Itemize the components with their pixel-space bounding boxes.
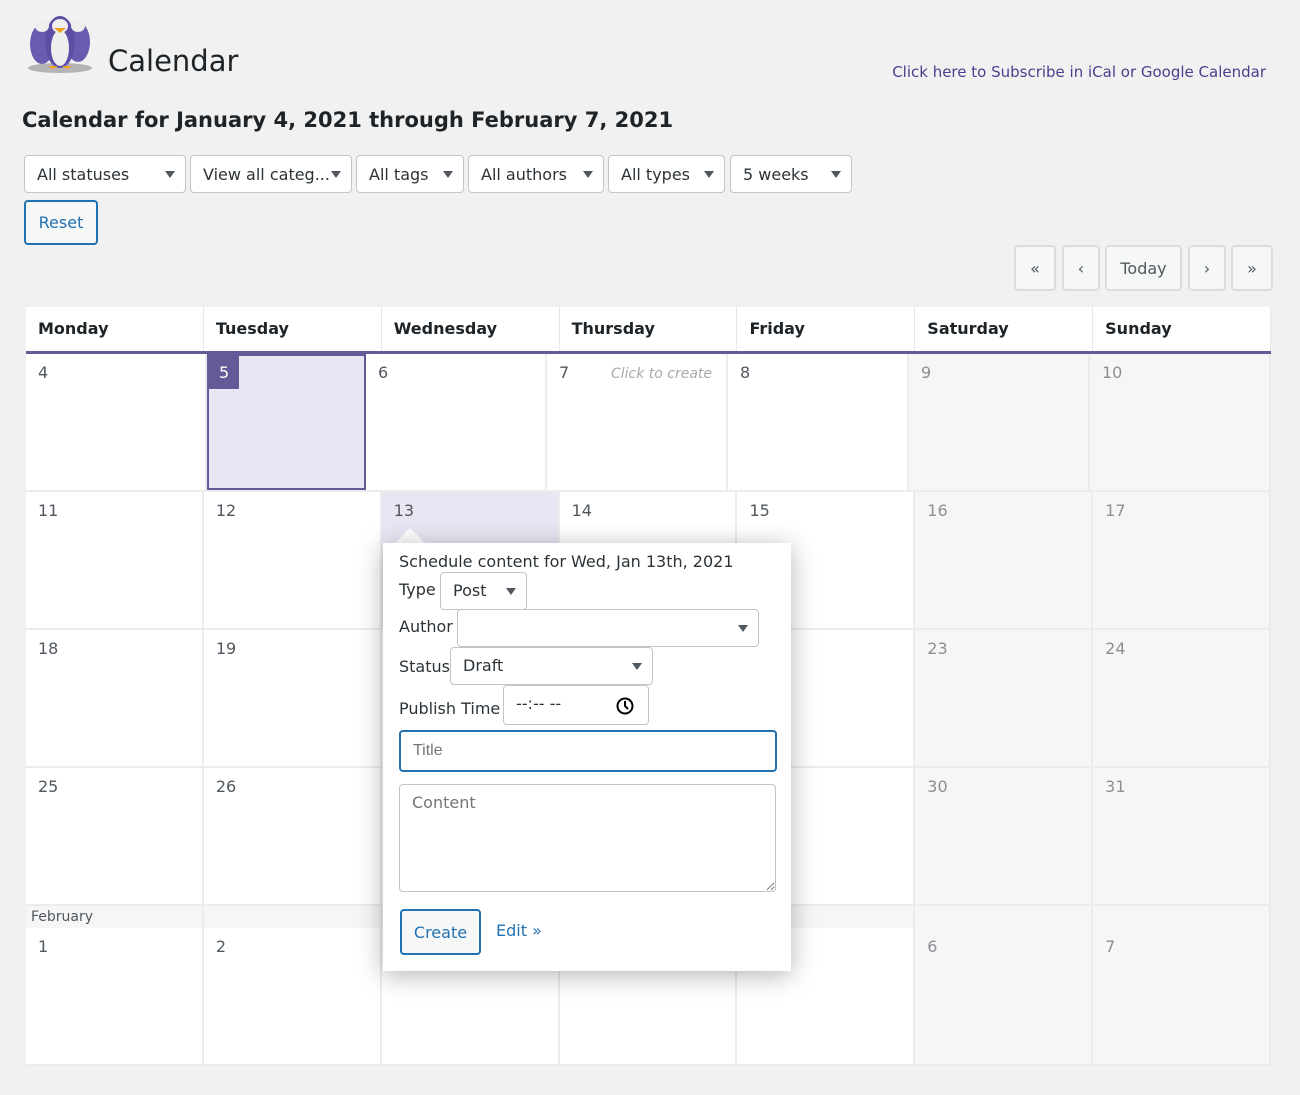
day-number: 19 [215,639,237,658]
day-cell[interactable]: 30 [915,768,1094,904]
day-cell[interactable]: 7 [1093,928,1272,1064]
day-cell[interactable]: 9 [909,354,1090,490]
day-cell[interactable]: 31 [1093,768,1272,904]
day-cell[interactable]: 18 [26,630,204,766]
day-cell[interactable]: 16 [915,492,1094,628]
day-number: 10 [1102,363,1123,382]
weekday-header: Sunday [1093,307,1272,351]
month-cell [1093,906,1272,928]
author-filter[interactable]: All authors [468,155,604,193]
weekday-header: Tuesday [204,307,382,351]
title-input[interactable] [399,730,777,772]
time-value: --:-- -- [516,694,562,713]
next-button[interactable]: › [1188,245,1226,291]
day-number: 23 [927,639,948,658]
day-number: 8 [740,363,751,382]
page-title: Calendar [108,44,239,78]
day-cell[interactable]: 17 [1093,492,1272,628]
day-cell[interactable]: 2 [203,928,382,1064]
type-select[interactable]: Post [440,572,527,610]
schedule-popup: Schedule content for Wed, Jan 13th, 2021… [383,543,791,971]
day-cell[interactable]: 6 [366,354,547,490]
day-cell[interactable]: 6 [915,928,1094,1064]
day-number: 26 [215,777,237,796]
clock-icon[interactable] [616,697,634,715]
reset-button[interactable]: Reset [24,200,98,245]
day-number: 31 [1105,777,1126,796]
weekday-header: Saturday [915,307,1094,351]
day-number: 11 [38,501,59,520]
category-filter[interactable]: View all categ... [190,155,352,193]
day-number: 13 [393,501,415,520]
status-filter[interactable]: All statuses [24,155,186,193]
day-number: 18 [38,639,59,658]
today-button[interactable]: Today [1105,245,1182,291]
type-filter[interactable]: All types [608,155,725,193]
weekday-header: Wednesday [382,307,560,351]
day-number: 12 [215,501,237,520]
create-button[interactable]: Create [400,909,481,955]
day-number: 7 [1105,937,1116,956]
status-select[interactable]: Draft [450,647,653,685]
day-cell[interactable]: 25 [26,768,204,904]
time-label: Publish Time [399,699,501,718]
penguin-logo [28,16,92,73]
day-number: 17 [1105,501,1126,520]
popup-title: Schedule content for Wed, Jan 13th, 2021 [399,552,734,571]
day-number: 6 [927,937,938,956]
day-number: 1 [38,937,49,956]
day-number: 15 [749,501,770,520]
day-cell[interactable]: 26 [203,768,382,904]
popup-arrow [395,528,425,543]
status-label: Status [399,657,450,676]
day-number: 16 [927,501,948,520]
content-textarea[interactable] [399,784,776,892]
day-cell[interactable]: 7 Click to create [547,354,728,490]
publish-time-input[interactable]: --:-- -- [503,685,649,725]
month-cell [203,906,382,928]
weekday-header: Monday [26,307,204,351]
day-cell[interactable]: 19 [203,630,382,766]
day-cell[interactable]: 11 [26,492,204,628]
day-number: 2 [215,937,227,956]
day-number: 14 [571,501,592,520]
subscribe-link[interactable]: Click here to Subscribe in iCal or Googl… [892,63,1266,81]
day-number: 6 [378,363,389,382]
day-cell[interactable]: 5 [207,354,366,490]
month-cell [915,906,1094,928]
week-row: 4 5 6 7 Click to create 8 9 10 [26,354,1271,492]
day-cell[interactable]: 12 [203,492,382,628]
author-select[interactable] [457,609,759,647]
day-number: 5 [209,356,240,389]
day-number: 24 [1105,639,1126,658]
tag-filter[interactable]: All tags [356,155,464,193]
day-number: 25 [38,777,59,796]
day-number: 4 [38,363,49,382]
author-label: Author [399,617,453,636]
month-cell: February [26,906,204,928]
day-number: 30 [927,777,948,796]
weekday-header: Friday [737,307,916,351]
weeks-filter[interactable]: 5 weeks [730,155,852,193]
day-cell[interactable]: 4 [26,354,207,490]
day-cell[interactable]: 24 [1093,630,1272,766]
day-number: 7 [559,363,570,382]
day-cell[interactable]: 23 [915,630,1094,766]
prev-button[interactable]: ‹ [1062,245,1100,291]
click-to-create-hint[interactable]: Click to create [611,366,712,382]
first-button[interactable]: « [1014,245,1056,291]
day-cell[interactable]: 1 [26,928,204,1064]
day-number: 9 [921,363,932,382]
day-cell[interactable]: 8 [728,354,909,490]
range-title: Calendar for January 4, 2021 through Feb… [22,108,674,132]
day-cell[interactable]: 10 [1090,354,1271,490]
type-label: Type [399,580,436,599]
edit-link[interactable]: Edit » [496,921,542,940]
weekday-header: Thursday [560,307,738,351]
last-button[interactable]: » [1231,245,1273,291]
